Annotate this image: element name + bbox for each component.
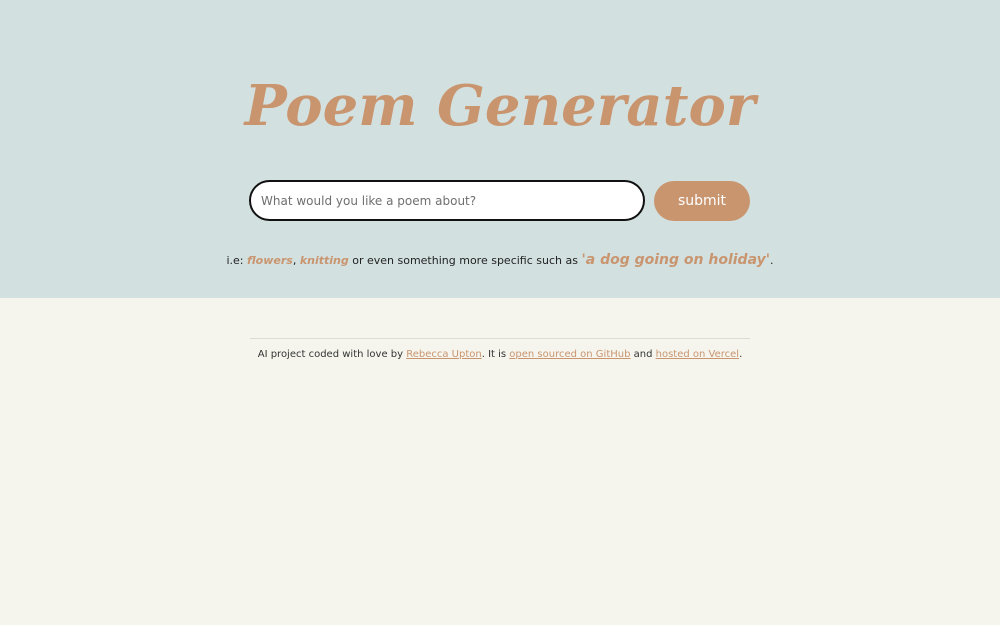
page-title: Poem Generator [244,73,756,139]
hint-text: i.e: flowers, knitting or even something… [0,250,1000,271]
hint-example-dog: 'a dog going on holiday' [581,252,771,268]
hero-section: Poem Generator submit i.e: flowers, knit… [0,0,1000,298]
hint-example-flowers: flowers [247,254,293,267]
footer-text-3: and [630,349,656,360]
footer-text-1: AI project coded with love by [257,349,407,360]
poem-form: submit [249,180,750,221]
submit-button[interactable]: submit [654,181,750,221]
footer-text-4: . [739,349,743,360]
github-link[interactable]: open sourced on GitHub [509,349,630,360]
hint-middle: or even something more specific such as [348,254,582,267]
footer-text-2: . It is [481,349,510,360]
hint-suffix: . [770,254,774,267]
hint-prefix: i.e: [226,254,247,267]
poem-topic-input[interactable] [249,180,645,221]
author-link[interactable]: Rebecca Upton [406,349,482,360]
footer-divider [250,338,750,339]
hint-example-knitting: knitting [299,254,349,267]
hint-separator: , [292,254,300,267]
footer: AI project coded with love by Rebecca Up… [0,346,1000,364]
vercel-link[interactable]: hosted on Vercel [656,349,739,360]
